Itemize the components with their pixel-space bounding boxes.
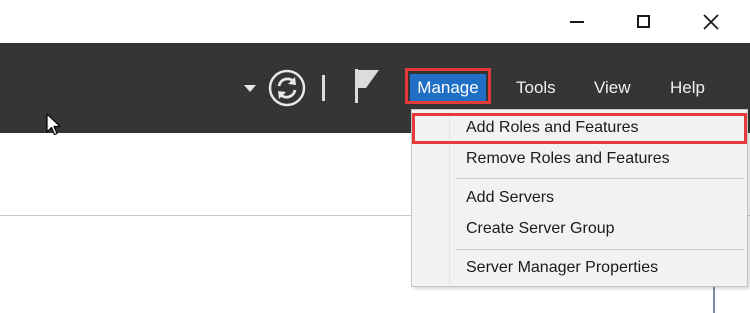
maximize-icon (636, 15, 650, 28)
chevron-down-icon[interactable] (244, 85, 256, 92)
menu-help[interactable]: Help (670, 77, 705, 99)
menu-manage[interactable]: Manage (410, 74, 486, 101)
menu-item-add-servers[interactable]: Add Servers (466, 188, 554, 208)
menu-item-add-roles-and-features[interactable]: Add Roles and Features (466, 118, 639, 138)
menu-item-remove-roles-and-features[interactable]: Remove Roles and Features (466, 149, 670, 169)
close-icon (703, 13, 719, 30)
title-bar (0, 0, 750, 43)
toolbar-separator (322, 75, 325, 101)
menu-item-create-server-group[interactable]: Create Server Group (466, 219, 615, 239)
maximize-button[interactable] (620, 0, 666, 43)
menu-tools[interactable]: Tools (516, 77, 556, 99)
manage-dropdown-menu: Add Roles and Features Remove Roles and … (411, 109, 748, 287)
menu-separator (456, 249, 744, 250)
minimize-icon (570, 20, 584, 23)
menu-item-server-manager-properties[interactable]: Server Manager Properties (466, 258, 658, 278)
refresh-icon (268, 69, 306, 107)
minimize-button[interactable] (554, 0, 600, 43)
refresh-button[interactable] (268, 69, 306, 112)
server-manager-window: Manage Tools View Help Add Roles and Fea… (0, 0, 750, 313)
notifications-button[interactable] (352, 67, 382, 110)
mouse-cursor-icon (46, 113, 62, 142)
menu-view[interactable]: View (594, 77, 631, 99)
flag-icon (355, 69, 379, 103)
menu-separator (456, 178, 744, 179)
close-button[interactable] (688, 0, 734, 43)
